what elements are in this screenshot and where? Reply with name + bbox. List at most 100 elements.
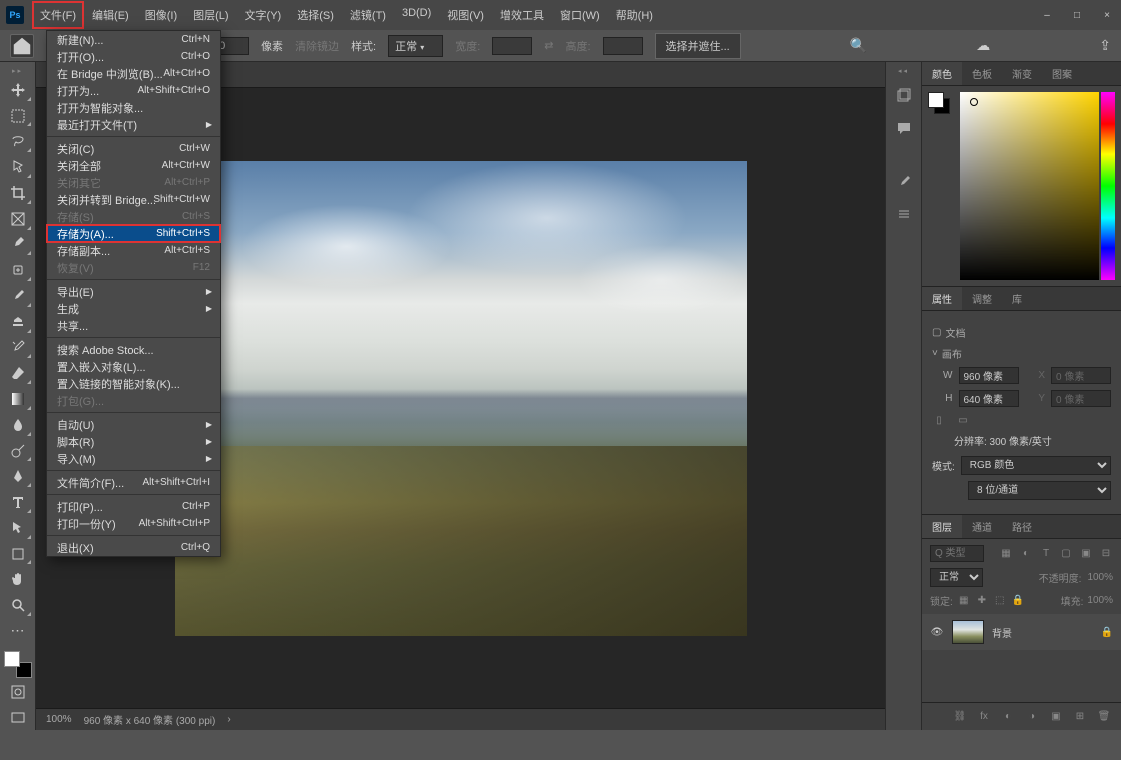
healing-tool[interactable]	[4, 258, 32, 282]
menu-item-u[interactable]: 自动(U)▶	[47, 416, 220, 433]
menu-plugins[interactable]: 增效工具	[492, 1, 552, 29]
blend-mode-select[interactable]: 正常	[930, 568, 983, 587]
eyedropper-tool[interactable]	[4, 233, 32, 257]
menu-edit[interactable]: 编辑(E)	[84, 1, 137, 29]
menu-item-bridge[interactable]: 关闭并转到 Bridge...Shift+Ctrl+W	[47, 191, 220, 208]
history-brush-tool[interactable]	[4, 336, 32, 360]
quickmask-toggle[interactable]	[4, 680, 32, 704]
edit-toolbar[interactable]: ⋯	[4, 619, 32, 643]
window-maximize[interactable]: □	[1069, 10, 1085, 21]
menu-item-r[interactable]: 脚本(R)▶	[47, 433, 220, 450]
window-close[interactable]: ×	[1099, 10, 1115, 21]
menu-type[interactable]: 文字(Y)	[237, 1, 290, 29]
window-minimize[interactable]: –	[1039, 10, 1055, 21]
move-tool[interactable]	[4, 78, 32, 102]
fg-bg-swatch[interactable]	[928, 92, 950, 114]
width-input[interactable]	[492, 37, 532, 55]
eraser-tool[interactable]	[4, 361, 32, 385]
bit-depth-select[interactable]: 8 位/通道	[968, 481, 1111, 500]
orientation-portrait-icon[interactable]: ▯	[932, 413, 946, 427]
filter-adjust-icon[interactable]: ◐	[1019, 547, 1033, 561]
menu-layer[interactable]: 图层(L)	[185, 1, 236, 29]
menu-item-f[interactable]: 文件简介(F)...Alt+Shift+Ctrl+I	[47, 474, 220, 491]
home-icon[interactable]	[10, 34, 34, 58]
brush-tool[interactable]	[4, 284, 32, 308]
menu-view[interactable]: 视图(V)	[439, 1, 492, 29]
filter-toggle-icon[interactable]: ⊟	[1099, 547, 1113, 561]
lock-position-icon[interactable]: ✚	[975, 594, 989, 608]
menu-item-[interactable]: 打开为...Alt+Shift+Ctrl+O	[47, 82, 220, 99]
layer-name[interactable]: 背景	[992, 625, 1093, 640]
tab-libraries[interactable]: 库	[1002, 287, 1032, 310]
height-input[interactable]	[603, 37, 643, 55]
cloud-icon[interactable]: ☁	[976, 37, 990, 54]
select-and-mask-button[interactable]: 选择并遮住...	[655, 33, 741, 59]
menu-item-a[interactable]: 存储为(A)...Shift+Ctrl+S	[47, 225, 220, 242]
menu-item-x[interactable]: 退出(X)Ctrl+Q	[47, 539, 220, 556]
layer-thumbnail[interactable]	[952, 620, 984, 644]
clone-stamp-tool[interactable]	[4, 310, 32, 334]
add-mask-icon[interactable]: ◐	[1001, 710, 1015, 724]
color-picker[interactable]	[960, 92, 1099, 280]
menu-item-t[interactable]: 最近打开文件(T)▶	[47, 116, 220, 133]
crop-tool[interactable]	[4, 181, 32, 205]
canvas-width-input[interactable]	[959, 367, 1019, 384]
tab-patterns[interactable]: 图案	[1042, 62, 1082, 85]
menu-item-o[interactable]: 打开(O)...Ctrl+O	[47, 48, 220, 65]
menu-3d[interactable]: 3D(D)	[394, 1, 439, 29]
tab-layers[interactable]: 图层	[922, 515, 962, 538]
menu-image[interactable]: 图像(I)	[137, 1, 185, 29]
filter-shape-icon[interactable]: ▢	[1059, 547, 1073, 561]
menu-item-l[interactable]: 置入嵌入对象(L)...	[47, 358, 220, 375]
tab-channels[interactable]: 通道	[962, 515, 1002, 538]
menu-window[interactable]: 窗口(W)	[552, 1, 608, 29]
menu-file[interactable]: 文件(F)	[32, 1, 84, 29]
zoom-tool[interactable]	[4, 593, 32, 617]
filter-type-icon[interactable]: T	[1039, 547, 1053, 561]
layer-filter-input[interactable]	[930, 545, 984, 562]
toolbar-grip[interactable]: ▸▸	[4, 66, 32, 76]
hue-slider[interactable]	[1101, 92, 1115, 280]
lock-all-icon[interactable]: 🔒	[1011, 594, 1025, 608]
add-adjustment-icon[interactable]: ◑	[1025, 710, 1039, 724]
doc-info[interactable]: 960 像素 x 640 像素 (300 ppi)	[84, 712, 216, 727]
swap-icon[interactable]: ⇄	[544, 39, 553, 52]
screenmode-toggle[interactable]	[4, 706, 32, 730]
canvas-x-input[interactable]	[1051, 367, 1111, 384]
menu-item-adobestock[interactable]: 搜索 Adobe Stock...	[47, 341, 220, 358]
opacity-value[interactable]: 100%	[1087, 572, 1113, 583]
fill-value[interactable]: 100%	[1087, 595, 1113, 606]
layer-fx-icon[interactable]: fx	[977, 710, 991, 724]
share-icon[interactable]: ⇪	[1099, 37, 1111, 54]
lock-pixels-icon[interactable]: ▦	[957, 594, 971, 608]
tab-gradients[interactable]: 渐变	[1002, 62, 1042, 85]
menu-item-[interactable]: 打开为智能对象...	[47, 99, 220, 116]
comments-panel-icon[interactable]	[892, 116, 916, 140]
shape-tool[interactable]	[4, 542, 32, 566]
menu-item-p[interactable]: 打印(P)...Ctrl+P	[47, 498, 220, 515]
menu-item-m[interactable]: 导入(M)▶	[47, 450, 220, 467]
link-layers-icon[interactable]: ⛓	[953, 710, 967, 724]
menu-select[interactable]: 选择(S)	[289, 1, 342, 29]
menu-item-[interactable]: 生成▶	[47, 300, 220, 317]
menu-help[interactable]: 帮助(H)	[608, 1, 661, 29]
style-select[interactable]: 正常 ▾	[388, 35, 443, 57]
visibility-toggle-icon[interactable]: 👁	[930, 627, 944, 638]
menu-item-k[interactable]: 置入链接的智能对象(K)...	[47, 375, 220, 392]
lasso-tool[interactable]	[4, 129, 32, 153]
dodge-tool[interactable]	[4, 439, 32, 463]
statusbar-chevron-icon[interactable]: ›	[227, 714, 230, 725]
search-icon[interactable]: 🔍	[850, 37, 867, 54]
zoom-level[interactable]: 100%	[46, 714, 72, 725]
pen-tool[interactable]	[4, 464, 32, 488]
new-layer-icon[interactable]: ⊞	[1073, 710, 1087, 724]
filter-smart-icon[interactable]: ▣	[1079, 547, 1093, 561]
tab-adjustments[interactable]: 调整	[962, 287, 1002, 310]
gradient-tool[interactable]	[4, 387, 32, 411]
quick-select-tool[interactable]	[4, 155, 32, 179]
tab-swatches[interactable]: 色板	[962, 62, 1002, 85]
lock-artboard-icon[interactable]: ⬚	[993, 594, 1007, 608]
canvas-height-input[interactable]	[959, 390, 1019, 407]
menu-item-n[interactable]: 新建(N)...Ctrl+N	[47, 31, 220, 48]
menu-item-y[interactable]: 打印一份(Y)Alt+Shift+Ctrl+P	[47, 515, 220, 532]
